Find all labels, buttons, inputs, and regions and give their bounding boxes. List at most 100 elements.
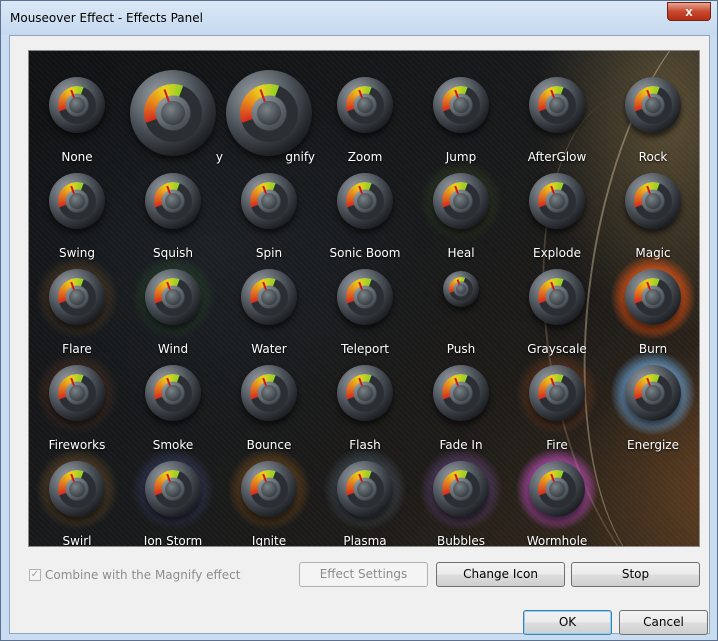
effect-ion-storm[interactable]: Ion Storm [125,447,221,546]
effect-y[interactable]: y [125,63,223,164]
effect-water[interactable]: Water [221,255,317,356]
gauge-needle [646,89,654,107]
gauge-icon [433,173,489,229]
gauge-needle [358,185,366,203]
effect-smoke[interactable]: Smoke [125,351,221,452]
gauge-icon [337,461,393,517]
gauge-needle [262,473,270,491]
gauge-icon [145,461,201,517]
effect-squish[interactable]: Squish [125,159,221,260]
effect-label: Ignite [251,534,287,547]
gauge-icon [433,365,489,421]
effect-magic[interactable]: Magic [605,159,699,260]
effect-flare[interactable]: Flare [29,255,125,356]
effect-grayscale[interactable]: Grayscale [509,255,605,356]
gauge-needle [550,377,558,395]
stop-button[interactable]: Stop [571,562,700,587]
effect-none[interactable]: None [29,63,125,164]
gauge-needle [166,185,174,203]
effect-gnify[interactable]: gnify [221,63,317,164]
gauge-icon [49,461,105,517]
effect-bubbles[interactable]: Bubbles [413,447,509,546]
effect-swirl[interactable]: Swirl [29,447,125,546]
gauge-icon [145,269,201,325]
gauge-icon [529,269,585,325]
effect-label: Ion Storm [143,534,203,547]
effect-afterglow[interactable]: AfterGlow [509,63,605,164]
gauge-needle [70,185,78,203]
gauge-icon [241,269,297,325]
effect-ignite[interactable]: Ignite [221,447,317,546]
gauge-icon [241,461,297,517]
gauge-needle [456,279,462,290]
effect-wormhole[interactable]: Wormhole [509,447,605,546]
gauge-icon [241,365,297,421]
gauge-needle [550,281,558,299]
effect-burn[interactable]: Burn [605,255,699,356]
effect-jump[interactable]: Jump [413,63,509,164]
gauge-needle [454,89,462,107]
gauge-needle [358,377,366,395]
effect-settings-button[interactable]: Effect Settings [299,562,428,587]
gauge-needle [454,185,462,203]
ok-button[interactable]: OK [523,610,612,635]
change-icon-button[interactable]: Change Icon [436,562,565,587]
effect-teleport[interactable]: Teleport [317,255,413,356]
gauge-icon [529,365,585,421]
gauge-needle [70,473,78,491]
effect-label: Energize [627,438,679,452]
effect-explode[interactable]: Explode [509,159,605,260]
gauge-icon [529,77,585,133]
gauge-needle [262,281,270,299]
gauge-needle [163,89,174,114]
effect-push[interactable]: Push [413,255,509,356]
gauge-needle [262,377,270,395]
effect-fire[interactable]: Fire [509,351,605,452]
effect-flash[interactable]: Flash [317,351,413,452]
effect-fireworks[interactable]: Fireworks [29,351,125,452]
gauge-needle [454,473,462,491]
gauge-icon [529,461,585,517]
effect-fade-in[interactable]: Fade In [413,351,509,452]
dialog-body: None y gnify Zoom Jump AfterGlow Rock Swing Squi… [9,35,710,635]
gauge-icon [433,77,489,133]
effect-spin[interactable]: Spin [221,159,317,260]
combine-magnify-checkbox[interactable]: ✓ [29,569,41,581]
effect-label: Bubbles [436,534,486,547]
gauge-needle [358,281,366,299]
gauge-icon [145,365,201,421]
gauge-icon [337,365,393,421]
gauge-needle [70,281,78,299]
gauge-icon [49,173,105,229]
gauge-needle [166,473,174,491]
effect-swing[interactable]: Swing [29,159,125,260]
cancel-button[interactable]: Cancel [619,610,708,635]
gauge-icon [241,173,297,229]
gauge-icon [337,77,393,133]
effect-heal[interactable]: Heal [413,159,509,260]
gauge-needle [358,89,366,107]
gauge-needle [646,185,654,203]
gauge-needle [70,89,78,107]
gauge-needle [646,281,654,299]
effects-panel-window: Mouseover Effect - Effects Panel x None y… [0,0,718,641]
gauge-icon [49,269,105,325]
effect-sonic-boom[interactable]: Sonic Boom [317,159,413,260]
effects-grid: None y gnify Zoom Jump AfterGlow Rock Swing Squi… [28,50,700,547]
gauge-icon [443,271,479,307]
gauge-icon [145,173,201,229]
effect-rock[interactable]: Rock [605,63,699,164]
gauge-needle [646,377,654,395]
effect-energize[interactable]: Energize [605,351,699,452]
gauge-needle [70,377,78,395]
gauge-needle [454,377,462,395]
close-button[interactable]: x [667,2,711,21]
effect-label: Plasma [343,534,387,547]
effect-zoom[interactable]: Zoom [317,63,413,164]
gauge-icon [625,173,681,229]
effect-wind[interactable]: Wind [125,255,221,356]
effect-label: Swirl [62,534,92,547]
title-bar[interactable]: Mouseover Effect - Effects Panel x [1,1,717,35]
effect-bounce[interactable]: Bounce [221,351,317,452]
effect-plasma[interactable]: Plasma [317,447,413,546]
